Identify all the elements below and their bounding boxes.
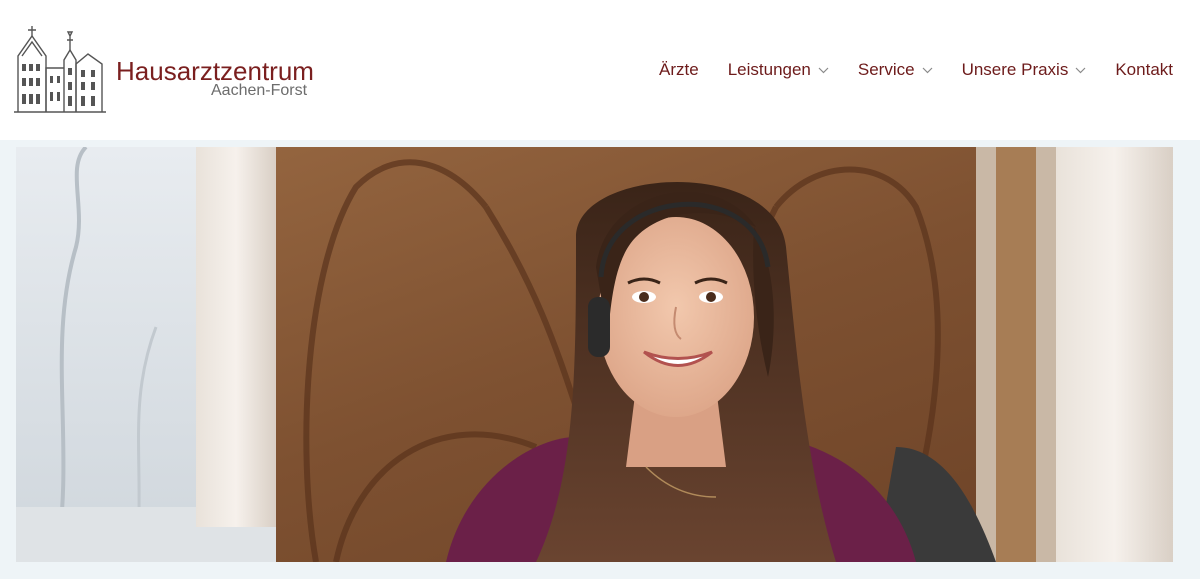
nav-item-label: Service xyxy=(857,60,915,79)
nav-item-label: Ärzte xyxy=(659,60,699,79)
nav-item-label: Kontakt xyxy=(1115,60,1173,79)
chevron-down-icon xyxy=(818,67,829,74)
nav-item-service[interactable]: Service xyxy=(858,60,933,80)
main-nav: Ärzte Leistungen Service Unsere Praxis K… xyxy=(659,56,1173,84)
nav-item-leistungen[interactable]: Leistungen xyxy=(728,60,829,80)
chevron-down-icon xyxy=(1075,67,1086,74)
hero-image xyxy=(16,147,1173,562)
nav-item-aerzte[interactable]: Ärzte xyxy=(659,60,699,80)
nav-item-label: Leistungen xyxy=(727,60,811,79)
villa-building-icon xyxy=(14,26,106,113)
nav-item-unsere-praxis[interactable]: Unsere Praxis xyxy=(962,60,1087,80)
receptionist-photo xyxy=(16,147,1173,562)
brand-subtitle: Aachen-Forst xyxy=(211,82,308,99)
chevron-down-icon xyxy=(922,67,933,74)
site-header: Hausarztzentrum Aachen-Forst Ärzte Leist… xyxy=(0,0,1200,140)
nav-item-kontakt[interactable]: Kontakt xyxy=(1115,60,1173,80)
site-logo[interactable]: Hausarztzentrum Aachen-Forst xyxy=(12,16,314,116)
nav-item-label: Unsere Praxis xyxy=(961,60,1069,79)
